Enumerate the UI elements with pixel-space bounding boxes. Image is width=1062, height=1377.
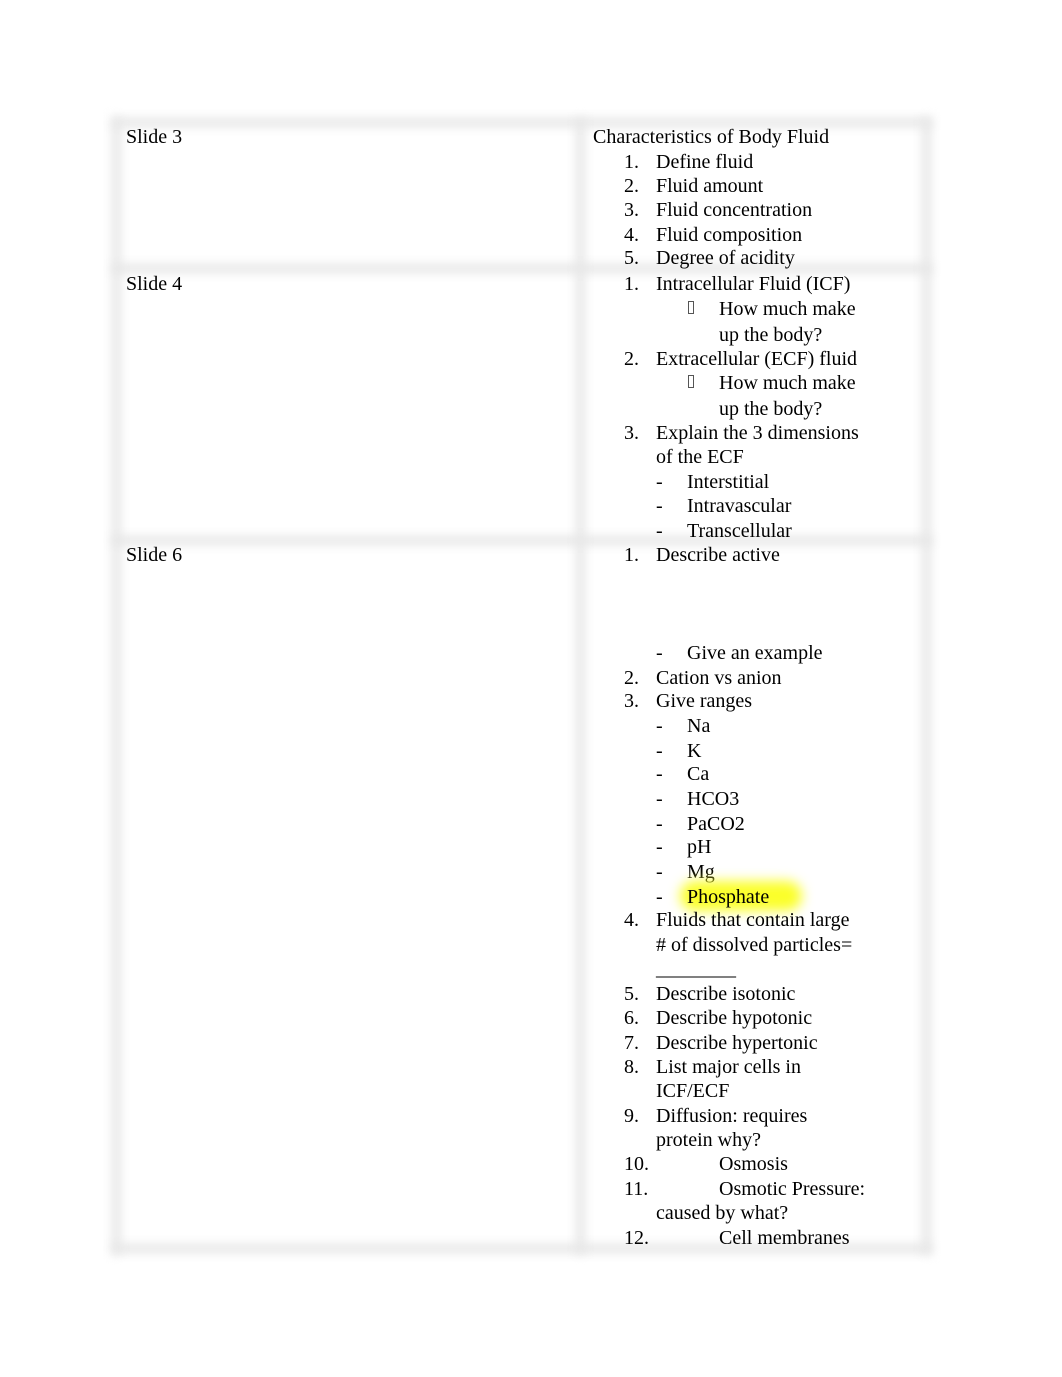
sub-bullet-line: up the body? [719, 398, 823, 420]
list-number: 5. [624, 247, 639, 269]
list-number: 7. [624, 1032, 639, 1054]
list-number: 1. [624, 544, 639, 566]
list-item: Define fluid [656, 151, 754, 173]
list-item-continuation: caused by what? [656, 1202, 789, 1224]
list-number: 3. [624, 690, 639, 712]
list-item: Fluid concentration [656, 199, 813, 221]
sub-item: Give an example [687, 642, 823, 664]
list-item: Describe hypertonic [656, 1032, 818, 1054]
dash-marker: - [656, 471, 663, 493]
list-number: 9. [624, 1105, 639, 1127]
sub-item: PaCO2 [687, 813, 745, 835]
sub-item: Transcellular [687, 520, 792, 542]
dash-marker: - [656, 886, 663, 908]
list-item: Fluid amount [656, 175, 764, 197]
list-item: Intracellular Fluid (ICF) [656, 273, 851, 295]
list-item: Give ranges [656, 690, 753, 712]
list-item: Describe active [656, 544, 780, 566]
dash-marker: - [656, 715, 663, 737]
list-item-continuation: # of dissolved particles= [656, 934, 853, 956]
list-number: 2. [624, 667, 639, 689]
list-item: Osmosis [719, 1153, 788, 1175]
list-number: 11. [624, 1178, 649, 1200]
list-number: 4. [624, 909, 639, 931]
section-heading: Characteristics of Body Fluid [593, 126, 830, 148]
sub-bullet-line: How much make [719, 372, 856, 394]
sub-bullet-line: How much make [719, 298, 856, 320]
table-border-right [922, 118, 931, 1254]
dash-marker: - [656, 763, 663, 785]
sub-item: Interstitial [687, 471, 770, 493]
dash-marker: - [656, 861, 663, 883]
dash-marker: - [656, 836, 663, 858]
list-item: Fluids that contain large [656, 909, 850, 931]
highlighted-sub-item: Phosphate [687, 886, 770, 908]
sub-item: HCO3 [687, 788, 740, 810]
list-number: 1. [624, 273, 639, 295]
list-number: 2. [624, 175, 639, 197]
list-item: Degree of acidity [656, 247, 795, 269]
dash-marker: - [656, 740, 663, 762]
list-item: List major cells in [656, 1056, 801, 1078]
list-item-continuation: of the ECF [656, 446, 744, 468]
fill-in-blank: ________ [656, 958, 736, 980]
slide-label: Slide 3 [126, 126, 183, 148]
list-item: Describe hypotonic [656, 1007, 813, 1029]
list-item: Describe isotonic [656, 983, 796, 1005]
list-number: 10. [624, 1153, 649, 1175]
list-number: 3. [624, 422, 639, 444]
sub-item: pH [687, 836, 712, 858]
row-divider-2 [112, 536, 932, 545]
sub-item: Na [687, 715, 711, 737]
list-number: 6. [624, 1007, 639, 1029]
list-number: 3. [624, 199, 639, 221]
list-number: 4. [624, 224, 639, 246]
list-item: Explain the 3 dimensions [656, 422, 859, 444]
dash-marker: - [656, 642, 663, 664]
table-border-left [112, 118, 121, 1254]
list-item: Fluid composition [656, 224, 803, 246]
list-number: 1. [624, 151, 639, 173]
slide-label: Slide 6 [126, 544, 183, 566]
list-number: 5. [624, 983, 639, 1005]
list-number: 8. [624, 1056, 639, 1078]
list-item: Diffusion: requires [656, 1105, 808, 1127]
sub-bullet-line: up the body? [719, 324, 823, 346]
list-number: 12. [624, 1227, 649, 1249]
sub-item: K [687, 740, 702, 762]
list-number: 2. [624, 348, 639, 370]
dash-marker: - [656, 813, 663, 835]
dash-marker: - [656, 520, 663, 542]
dash-marker: - [656, 788, 663, 810]
list-item-continuation: ICF/ECF [656, 1080, 730, 1102]
document-page: Slide 3 Characteristics of Body Fluid 1.… [0, 0, 1062, 1377]
list-item: Cation vs anion [656, 667, 782, 689]
list-item: Osmotic Pressure: [719, 1178, 866, 1200]
list-item: Cell membranes [719, 1227, 850, 1249]
column-divider [576, 118, 585, 1254]
sub-item: Ca [687, 763, 710, 785]
slide-label: Slide 4 [126, 273, 183, 295]
missing-glyph-bullet-icon [687, 371, 697, 388]
list-item: Extracellular (ECF) fluid [656, 348, 858, 370]
dash-marker: - [656, 495, 663, 517]
sub-item: Intravascular [687, 495, 792, 517]
list-item-continuation: protein why? [656, 1129, 761, 1151]
missing-glyph-bullet-icon [687, 297, 697, 314]
